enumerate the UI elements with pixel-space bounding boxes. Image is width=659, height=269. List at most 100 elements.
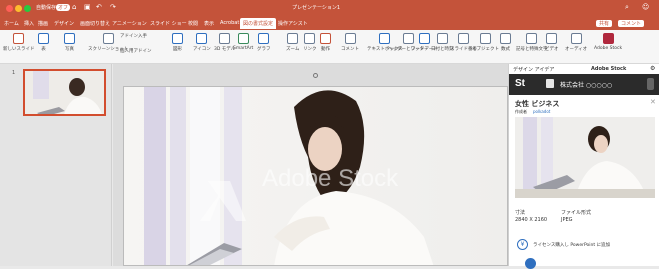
tab-design-ideas[interactable]: デザイン アイデア [513,66,554,73]
object-button[interactable]: オブジェクト [472,33,499,52]
slide-number-icon [458,33,469,44]
slide-thumbnail[interactable] [23,69,106,116]
account-name[interactable]: 株式会社 ○○○○○ [560,80,612,89]
slide-canvas: Adobe Stock [123,86,508,266]
equation-button[interactable]: 数式 [500,33,511,52]
adobe-stock-pane: デザイン アイデア Adobe Stock ⚙ St 株式会社 ○○○○○ 女性… [508,64,659,269]
thumbnail-photo [25,71,104,114]
size-label: 寸法 [515,210,526,216]
save-icon[interactable]: ▣ [84,3,91,11]
tab-draw[interactable]: 描画 [38,20,48,27]
tab-acrobat[interactable]: Acrobat [220,20,239,26]
tab-tell-me[interactable]: 操作アシスト [278,20,308,27]
share-button[interactable]: 共有 [596,20,613,27]
get-addins-button[interactable]: アドイン入手 [120,33,147,39]
license-icon: ¥ [517,239,528,250]
download-icon[interactable] [525,258,536,269]
shapes-button[interactable]: 図形 [172,33,183,52]
audio-icon [570,33,582,44]
preview-photo [515,117,655,198]
adobe-stock-icon [602,33,614,44]
object-icon [480,33,491,44]
wordart-icon [418,33,430,44]
rotate-handle[interactable] [313,73,318,78]
account-menu-icon[interactable] [647,78,654,90]
shapes-icon [172,33,183,44]
close-window-button[interactable] [6,5,13,12]
zoom-icon [287,33,299,44]
tab-design[interactable]: デザイン [54,20,74,27]
audio-button[interactable]: オーディオ [565,33,587,52]
symbol-button[interactable]: 記号と特殊文字 [516,33,548,52]
comment-button[interactable]: コメント [618,20,645,27]
stock-header: St 株式会社 ○○○○○ [509,74,659,95]
video-button[interactable]: ビデオ [545,33,559,52]
link-button[interactable]: リンク [303,33,317,52]
autosave-toggle[interactable]: オフ [56,4,71,11]
smartart-icon [237,33,249,44]
autosave-label: 自動保存 [36,5,57,11]
redo-icon[interactable]: ↷ [110,3,116,11]
icons-icon [196,33,208,44]
tab-slideshow[interactable]: スライド ショー [150,20,187,27]
new-slide-icon [13,33,25,44]
user-icon[interactable]: ☺ [642,3,649,11]
omega-icon [526,33,538,44]
screenshot-icon [102,33,114,44]
preview-image [515,117,655,198]
tab-picture-format[interactable]: 図の書式設定 [240,18,277,29]
window-titlebar: 自動保存 オフ ⌂ ▣ ↶ ↷ プレゼンテーション1 ⌕ ☺ [0,0,659,17]
new-slide-button[interactable]: 新しいスライド [3,33,35,52]
link-icon [304,33,316,44]
chart-button[interactable]: グラフ [257,33,271,52]
table-button[interactable]: 表 [38,33,49,52]
my-addins-button[interactable]: 個人用アドイン [120,48,152,54]
tab-home[interactable]: ホーム [4,20,19,27]
search-icon[interactable]: ⌕ [625,3,629,12]
slide-thumbnail-panel: 1 [0,64,112,266]
tab-adobe-stock[interactable]: Adobe Stock [591,66,626,72]
watermark-text: Adobe Stock [262,165,399,192]
smartart-button[interactable]: SmartArt [233,33,253,51]
close-icon[interactable]: ✕ [650,98,656,106]
format-value: JPEG [561,217,573,223]
tab-animations[interactable]: アニメーション [112,20,147,27]
video-icon [546,33,558,44]
document-title: プレゼンテーション1 [292,5,341,11]
tab-review[interactable]: 校閲 [188,20,198,27]
license-button[interactable]: ¥ ライセンス購入し PowerPoint に追加 [515,239,653,251]
author-link[interactable]: polkadot [533,109,550,114]
format-label: ファイル形式 [561,210,592,216]
icons-button[interactable]: アイコン [193,33,211,52]
tab-view[interactable]: 表示 [204,20,214,27]
license-label: ライセンス購入し PowerPoint に追加 [533,243,611,248]
chart-icon [258,33,270,44]
tab-transitions[interactable]: 画面切り替え [80,20,110,27]
table-icon [38,33,49,44]
author-label: 作成者 [515,109,527,114]
picture-icon [64,33,75,44]
slide-editor: Adobe Stock [113,64,508,266]
image-title: 女性 ビジネス [515,100,560,108]
stock-logo: St [515,78,525,89]
tab-insert[interactable]: 挿入 [24,20,34,27]
ribbon-tabs: ホーム 挿入 描画 デザイン 画面切り替え アニメーション スライド ショー 校… [0,17,659,30]
ribbon-toolbar: 新しいスライド 表 写真 スクリーンショット アドイン入手 個人用アドイン 図形… [0,30,659,64]
zoom-button[interactable]: ズーム [286,33,299,52]
comment-icon [344,33,356,44]
pi-icon [500,33,511,44]
undo-icon[interactable]: ↶ [96,3,102,11]
building-icon [546,79,554,88]
pictures-button[interactable]: 写真 [64,33,75,52]
action-icon [320,33,331,44]
pane-settings-icon[interactable]: ⚙ [650,65,655,72]
zoom-window-button[interactable] [24,5,31,12]
home-icon[interactable]: ⌂ [72,3,76,11]
slide-number: 1 [12,70,16,76]
cube-icon [219,33,231,44]
minimize-window-button[interactable] [15,5,22,12]
adobe-stock-button[interactable]: Adobe Stock [594,33,622,51]
calendar-icon [436,33,448,44]
action-button[interactable]: 動作 [320,33,331,52]
comment-insert-button[interactable]: コメント [341,33,359,52]
